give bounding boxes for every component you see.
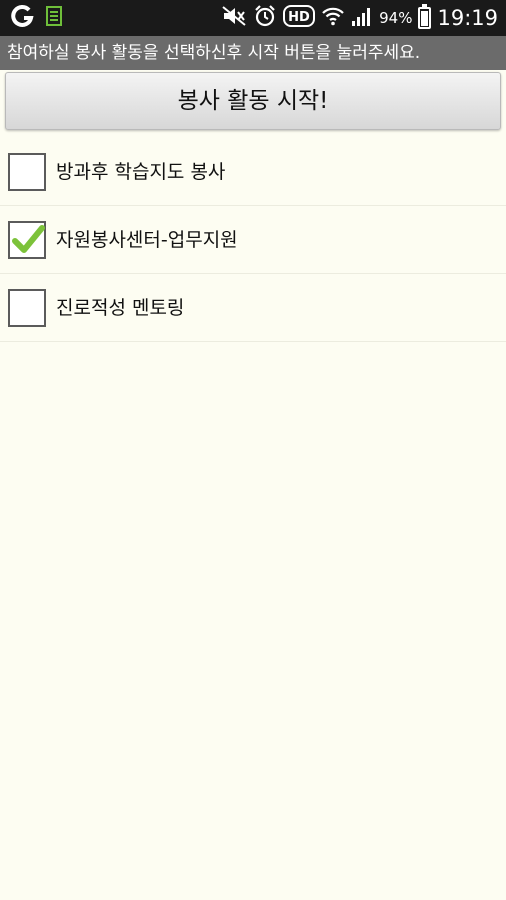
instruction-bar: 참여하실 봉사 활동을 선택하신후 시작 버튼을 눌러주세요. xyxy=(0,36,506,70)
status-bar: HD 94% 19:19 xyxy=(0,0,506,36)
battery-icon xyxy=(418,4,432,29)
activity-checkbox[interactable] xyxy=(8,289,46,327)
start-activity-button[interactable]: 봉사 활동 시작! xyxy=(5,72,501,130)
activity-item[interactable]: 자원봉사센터-업무지원 xyxy=(0,206,506,274)
checkmark-icon xyxy=(12,225,45,253)
wifi-icon xyxy=(321,5,345,31)
activity-item[interactable]: 방과후 학습지도 봉사 xyxy=(0,138,506,206)
activity-label: 방과후 학습지도 봉사 xyxy=(56,161,226,183)
mute-icon xyxy=(221,5,247,31)
alarm-icon xyxy=(253,4,277,32)
activity-label: 진로적성 멘토링 xyxy=(56,297,185,319)
clock: 19:19 xyxy=(437,6,498,30)
sim-card-icon xyxy=(46,6,62,30)
activity-checkbox[interactable] xyxy=(8,221,46,259)
activity-item[interactable]: 진로적성 멘토링 xyxy=(0,274,506,342)
hd-voice-icon: HD xyxy=(283,4,316,32)
signal-icon xyxy=(351,5,373,31)
activity-checkbox[interactable] xyxy=(8,153,46,191)
svg-text:HD: HD xyxy=(288,10,310,25)
battery-percent: 94% xyxy=(379,9,413,27)
activity-list: 방과후 학습지도 봉사 자원봉사센터-업무지원 진로적성 멘토링 xyxy=(0,138,506,342)
carrier-logo-icon xyxy=(10,4,34,32)
activity-label: 자원봉사센터-업무지원 xyxy=(56,229,238,251)
